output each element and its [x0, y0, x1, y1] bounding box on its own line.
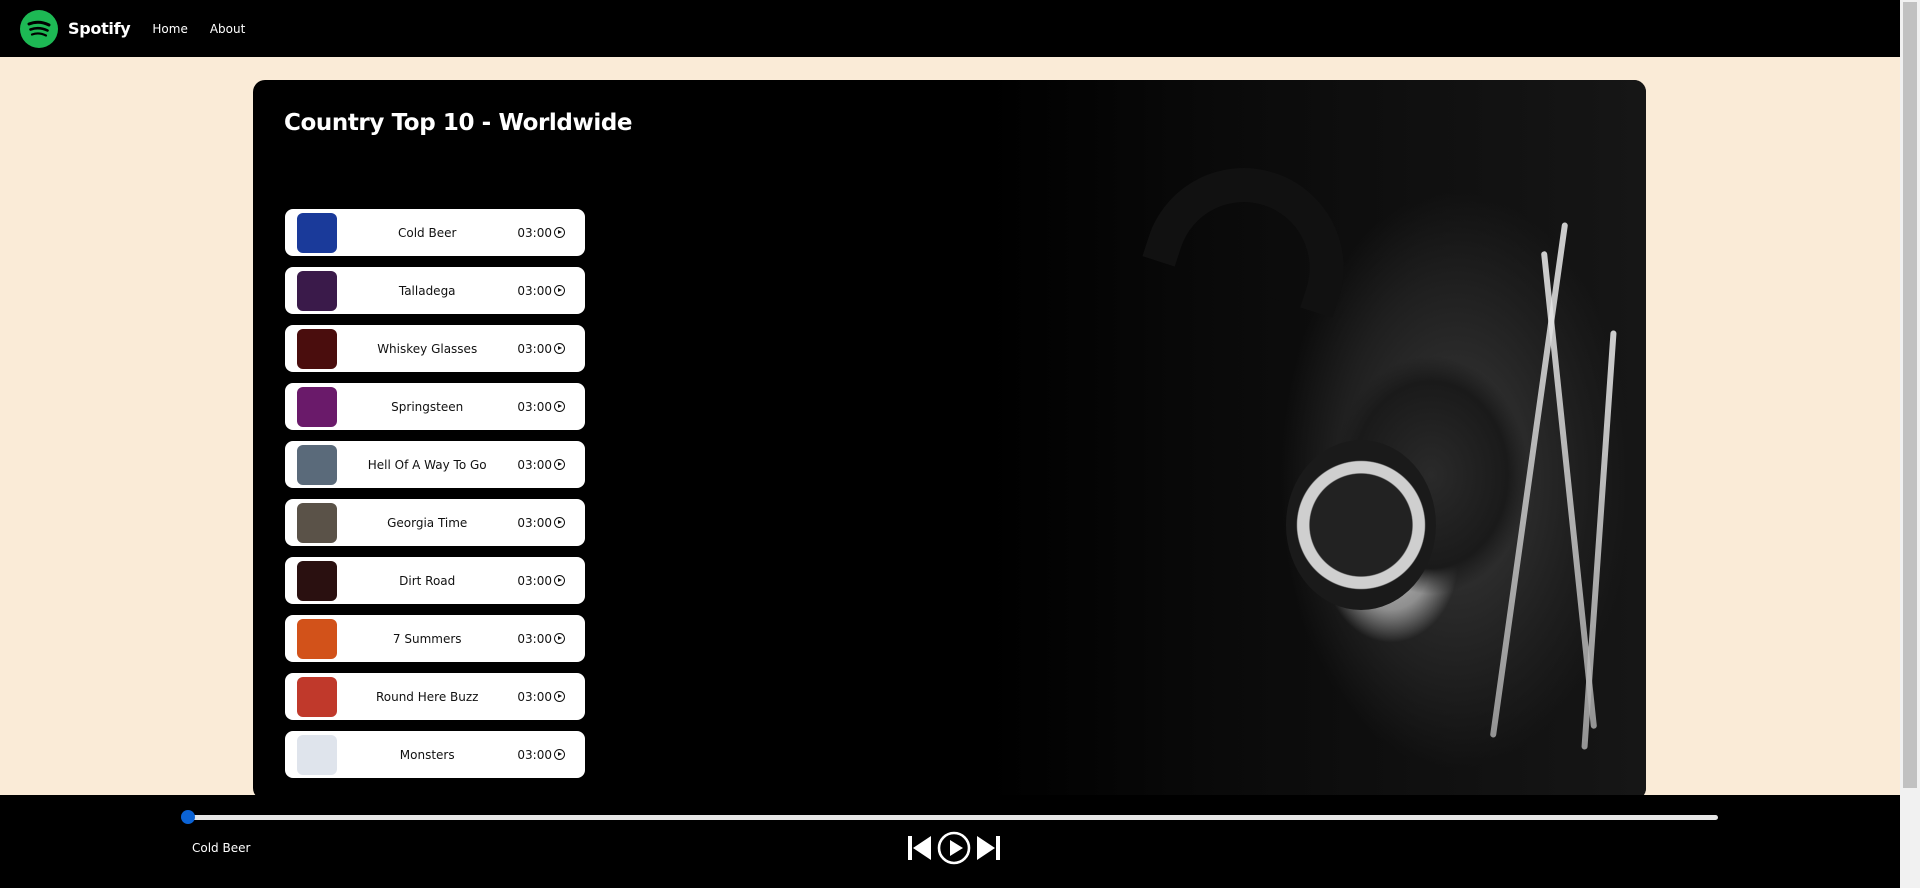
play-circle-icon[interactable]	[554, 343, 565, 354]
play-circle-icon[interactable]	[554, 401, 565, 412]
play-circle-icon[interactable]	[554, 749, 565, 760]
album-thumb	[297, 734, 337, 775]
track-duration-group: 03:00	[517, 458, 565, 472]
previous-icon[interactable]	[907, 834, 933, 862]
track-name: Talladega	[398, 283, 456, 298]
hair-streak	[1581, 330, 1617, 750]
track-name: Springsteen	[391, 399, 464, 414]
album-thumb	[297, 502, 337, 543]
headphone-band	[1142, 142, 1370, 318]
track-duration-group: 03:00	[517, 226, 565, 240]
play-circle-icon[interactable]	[554, 285, 565, 296]
track-duration: 03:00	[517, 573, 552, 588]
track-name: Cold Beer	[397, 225, 457, 240]
now-playing-title: Cold Beer	[192, 841, 251, 855]
track-item[interactable]: Monsters 03:00	[285, 731, 585, 778]
track-duration: 03:00	[517, 631, 552, 646]
track-duration-group: 03:00	[517, 516, 565, 530]
track-name: 7 Summers	[392, 631, 462, 646]
track-duration-group: 03:00	[517, 632, 565, 646]
play-icon[interactable]	[937, 831, 971, 865]
play-circle-icon[interactable]	[554, 633, 565, 644]
track-list: Cold Beer 03:00 Talladega 03:00 Whiskey …	[285, 209, 585, 789]
album-thumb	[297, 212, 337, 253]
album-thumb	[297, 618, 337, 659]
album-thumb	[297, 560, 337, 601]
track-item[interactable]: Georgia Time 03:00	[285, 499, 585, 546]
headphones-photo	[986, 80, 1646, 800]
track-name: Monsters	[399, 747, 455, 762]
track-duration-group: 03:00	[517, 400, 565, 414]
page-scrollbar[interactable]	[1900, 0, 1920, 888]
track-duration: 03:00	[517, 689, 552, 704]
track-duration-group: 03:00	[517, 284, 565, 298]
track-item[interactable]: Hell Of A Way To Go 03:00	[285, 441, 585, 488]
playback-controls	[907, 831, 1001, 865]
brand-name[interactable]: Spotify	[68, 19, 131, 38]
track-duration-group: 03:00	[517, 690, 565, 704]
track-name: Hell Of A Way To Go	[367, 457, 487, 472]
player-bar: Cold Beer	[0, 795, 1900, 888]
play-circle-icon[interactable]	[554, 517, 565, 528]
track-name: Georgia Time	[387, 515, 468, 530]
track-name: Dirt Road	[399, 573, 456, 588]
album-thumb	[297, 328, 337, 369]
album-thumb	[297, 676, 337, 717]
page-title: Country Top 10 - Worldwide	[284, 110, 633, 136]
track-name: Round Here Buzz	[375, 689, 479, 704]
spotify-logo-icon[interactable]	[20, 9, 58, 48]
nav-link-home[interactable]: Home	[152, 22, 187, 36]
album-thumb	[297, 270, 337, 311]
album-thumb	[297, 386, 337, 427]
track-duration: 03:00	[517, 515, 552, 530]
headphone-cup	[1286, 440, 1436, 610]
track-item[interactable]: Springsteen 03:00	[285, 383, 585, 430]
track-duration: 03:00	[517, 457, 552, 472]
track-duration-group: 03:00	[517, 342, 565, 356]
track-duration: 03:00	[517, 399, 552, 414]
navbar: Spotify Home About	[0, 0, 1900, 57]
track-item[interactable]: Talladega 03:00	[285, 267, 585, 314]
progress-slider[interactable]	[188, 815, 1718, 820]
scrollbar-thumb[interactable]	[1903, 2, 1917, 788]
next-icon[interactable]	[975, 834, 1001, 862]
play-circle-icon[interactable]	[554, 575, 565, 586]
progress-handle[interactable]	[181, 810, 195, 824]
play-circle-icon[interactable]	[554, 459, 565, 470]
track-duration: 03:00	[517, 747, 552, 762]
playlist-card: Country Top 10 - Worldwide Cold Beer 03:…	[253, 80, 1646, 800]
track-duration: 03:00	[517, 341, 552, 356]
nav-link-about[interactable]: About	[210, 22, 245, 36]
play-circle-icon[interactable]	[554, 227, 565, 238]
album-thumb	[297, 444, 337, 485]
track-item[interactable]: 7 Summers 03:00	[285, 615, 585, 662]
track-item[interactable]: Cold Beer 03:00	[285, 209, 585, 256]
track-duration: 03:00	[517, 283, 552, 298]
track-duration-group: 03:00	[517, 574, 565, 588]
track-duration: 03:00	[517, 225, 552, 240]
track-name: Whiskey Glasses	[377, 341, 478, 356]
hair-streak	[1489, 222, 1569, 738]
track-item[interactable]: Dirt Road 03:00	[285, 557, 585, 604]
track-item[interactable]: Whiskey Glasses 03:00	[285, 325, 585, 372]
track-item[interactable]: Round Here Buzz 03:00	[285, 673, 585, 720]
play-circle-icon[interactable]	[554, 691, 565, 702]
track-duration-group: 03:00	[517, 748, 565, 762]
